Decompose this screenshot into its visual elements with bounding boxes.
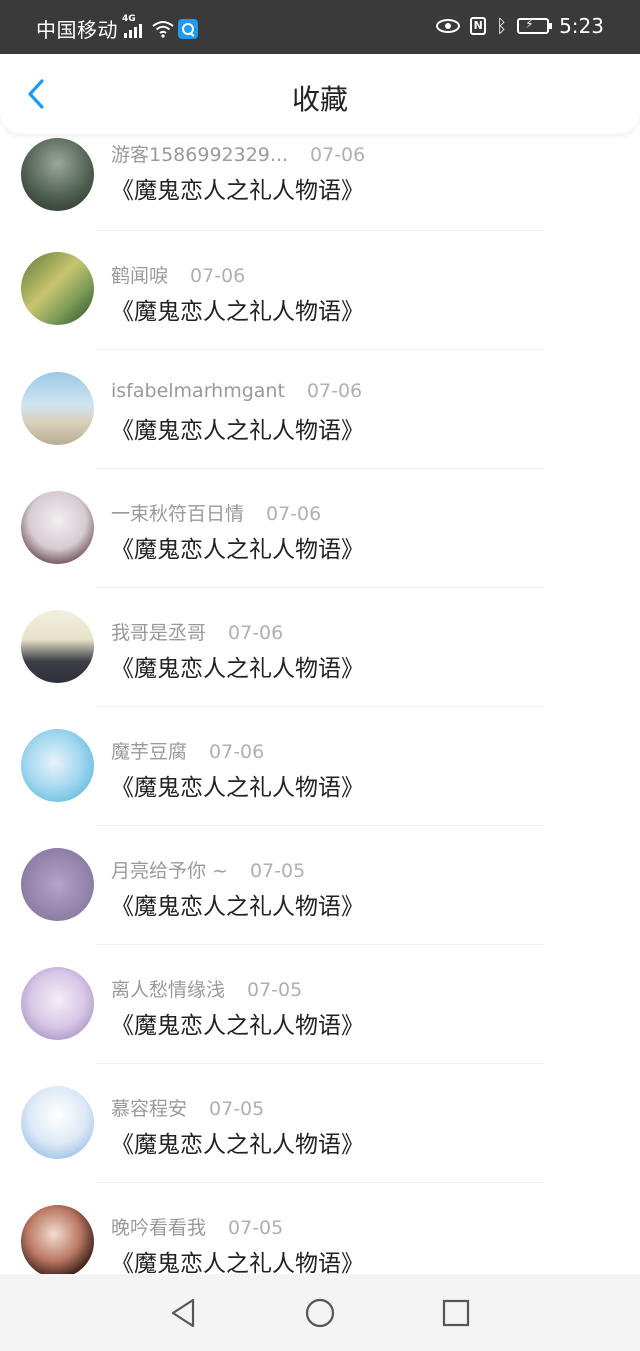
avatar[interactable] xyxy=(21,967,94,1040)
username[interactable]: 我哥是丞哥 xyxy=(111,622,206,644)
status-time: 5:23 xyxy=(559,14,604,38)
divider xyxy=(96,825,544,826)
avatar[interactable] xyxy=(21,729,94,802)
avatar[interactable] xyxy=(21,848,94,921)
divider xyxy=(96,1063,544,1064)
avatar[interactable] xyxy=(21,138,94,211)
carrier-name: 中国移动 xyxy=(36,18,118,42)
divider xyxy=(96,587,544,588)
divider xyxy=(96,706,544,707)
username[interactable]: 魔芋豆腐 xyxy=(111,741,187,763)
list-item[interactable]: 月亮给予你 ~ 07-05 《魔鬼恋人之礼人物语》 xyxy=(0,830,640,949)
item-title[interactable]: 《魔鬼恋人之礼人物语》 xyxy=(111,171,364,205)
item-meta: 晚吟看看我 07-05 xyxy=(111,1213,283,1240)
divider xyxy=(96,468,544,469)
item-meta: 我哥是丞哥 07-06 xyxy=(111,618,283,645)
item-title[interactable]: 《魔鬼恋人之礼人物语》 xyxy=(111,649,364,683)
item-meta: 月亮给予你 ~ 07-05 xyxy=(111,856,305,883)
item-date: 07-05 xyxy=(209,1098,265,1120)
avatar[interactable] xyxy=(21,252,94,325)
item-meta: 离人愁情缘浅 07-05 xyxy=(111,975,302,1002)
status-right: N ᛒ ⚡ 5:23 xyxy=(436,14,604,38)
nav-back-button[interactable] xyxy=(167,1296,201,1330)
square-recents-icon xyxy=(442,1299,470,1327)
item-meta: 游客1586992329... 07-06 xyxy=(111,140,365,167)
item-date: 07-05 xyxy=(228,1217,284,1239)
username[interactable]: 晚吟看看我 xyxy=(111,1217,206,1239)
eye-icon xyxy=(436,19,461,33)
divider xyxy=(96,230,544,231)
status-bar: 中国移动 4G N ᛒ ⚡ 5:23 xyxy=(0,0,640,54)
item-meta: isfabelmarhmgant 07-06 xyxy=(111,380,362,402)
username[interactable]: 慕容程安 xyxy=(111,1098,187,1120)
item-date: 07-06 xyxy=(228,622,284,644)
item-date: 07-06 xyxy=(190,265,246,287)
item-title[interactable]: 《魔鬼恋人之礼人物语》 xyxy=(111,292,364,326)
item-date: 07-06 xyxy=(306,380,363,402)
item-date: 07-05 xyxy=(247,979,303,1001)
circle-home-icon xyxy=(305,1298,335,1328)
item-meta: 鹤闻唳 07-06 xyxy=(111,261,245,288)
item-meta: 魔芋豆腐 07-06 xyxy=(111,737,264,764)
item-title[interactable]: 《魔鬼恋人之礼人物语》 xyxy=(111,887,364,921)
item-title[interactable]: 《魔鬼恋人之礼人物语》 xyxy=(111,1006,364,1040)
list-item[interactable]: 晚吟看看我 07-05 《魔鬼恋人之礼人物语》 xyxy=(0,1187,640,1274)
item-title[interactable]: 《魔鬼恋人之礼人物语》 xyxy=(111,1125,364,1159)
avatar[interactable] xyxy=(21,372,94,445)
list-item[interactable]: 游客1586992329... 07-06 《魔鬼恋人之礼人物语》 xyxy=(0,134,640,235)
triangle-back-icon xyxy=(171,1298,195,1328)
signal-icon: 4G xyxy=(122,14,142,38)
avatar[interactable] xyxy=(21,610,94,683)
item-title[interactable]: 《魔鬼恋人之礼人物语》 xyxy=(111,768,364,802)
avatar[interactable] xyxy=(21,491,94,564)
bluetooth-icon: ᛒ xyxy=(496,15,508,37)
item-title[interactable]: 《魔鬼恋人之礼人物语》 xyxy=(111,1244,364,1274)
nav-home-button[interactable] xyxy=(303,1296,337,1330)
divider xyxy=(96,944,544,945)
list-item[interactable]: 慕容程安 07-05 《魔鬼恋人之礼人物语》 xyxy=(0,1068,640,1187)
search-app-icon xyxy=(178,18,198,39)
item-title[interactable]: 《魔鬼恋人之礼人物语》 xyxy=(111,411,364,445)
status-left: 中国移动 4G xyxy=(36,14,198,43)
item-date: 07-06 xyxy=(310,144,366,166)
username[interactable]: 月亮给予你 ~ xyxy=(111,860,228,882)
list-item[interactable]: 鹤闻唳 07-06 《魔鬼恋人之礼人物语》 xyxy=(0,235,640,354)
avatar[interactable] xyxy=(21,1086,94,1159)
list-item[interactable]: 离人愁情缘浅 07-05 《魔鬼恋人之礼人物语》 xyxy=(0,949,640,1068)
wifi-icon xyxy=(152,20,174,38)
list-item[interactable]: isfabelmarhmgant 07-06 《魔鬼恋人之礼人物语》 xyxy=(0,354,640,473)
username[interactable]: 游客1586992329... xyxy=(111,144,288,166)
list-item[interactable]: 我哥是丞哥 07-06 《魔鬼恋人之礼人物语》 xyxy=(0,592,640,711)
username[interactable]: 离人愁情缘浅 xyxy=(111,979,225,1001)
favorites-list: 游客1586992329... 07-06 《魔鬼恋人之礼人物语》 鹤闻唳 07-0… xyxy=(0,134,640,1274)
username[interactable]: isfabelmarhmgant xyxy=(111,380,285,402)
item-meta: 一束秋符百日情 07-06 xyxy=(111,499,321,526)
username[interactable]: 一束秋符百日情 xyxy=(111,503,244,525)
divider xyxy=(96,1182,544,1183)
system-nav-bar xyxy=(0,1274,640,1351)
item-date: 07-05 xyxy=(249,860,306,882)
network-type: 4G xyxy=(122,13,136,24)
divider xyxy=(96,349,544,350)
item-date: 07-06 xyxy=(266,503,322,525)
item-meta: 慕容程安 07-05 xyxy=(111,1094,264,1121)
avatar[interactable] xyxy=(21,1205,94,1274)
item-date: 07-06 xyxy=(209,741,265,763)
list-item[interactable]: 魔芋豆腐 07-06 《魔鬼恋人之礼人物语》 xyxy=(0,711,640,830)
username[interactable]: 鹤闻唳 xyxy=(111,265,168,287)
list-item[interactable]: 一束秋符百日情 07-06 《魔鬼恋人之礼人物语》 xyxy=(0,473,640,592)
nav-recents-button[interactable] xyxy=(439,1296,473,1330)
page-title: 收藏 xyxy=(291,83,348,116)
nfc-icon: N xyxy=(470,17,487,35)
battery-icon: ⚡ xyxy=(517,17,553,34)
item-title[interactable]: 《魔鬼恋人之礼人物语》 xyxy=(111,530,364,564)
header-bar: 收藏 xyxy=(0,54,640,134)
